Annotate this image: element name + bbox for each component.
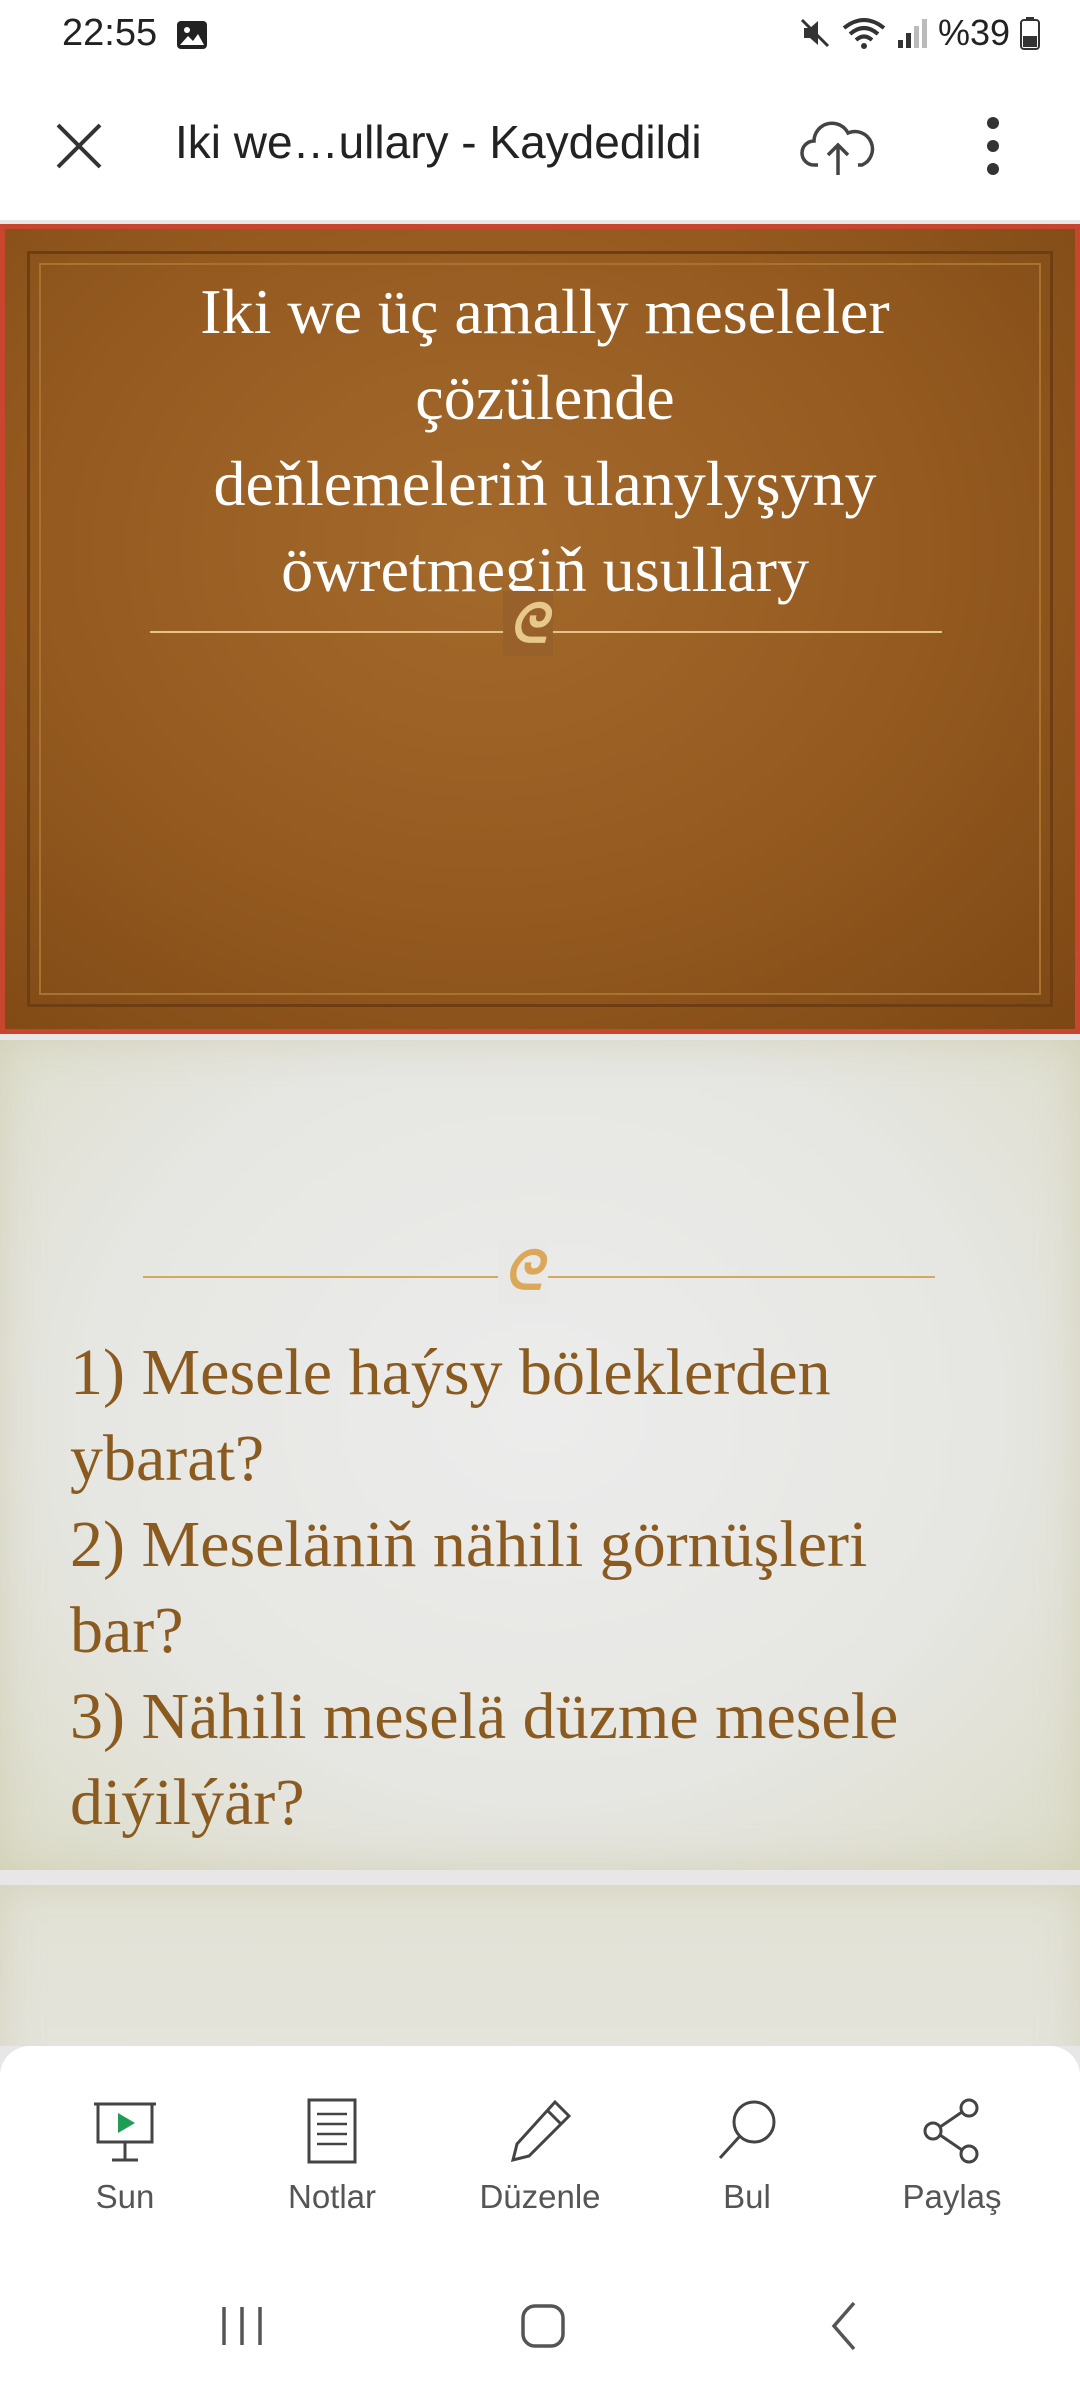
slide-1-title: Iki we üç amally meseleler çözülende deň…	[200, 276, 890, 605]
edit-label: Düzenle	[479, 2178, 601, 2215]
slide-1[interactable]: Iki we üç amally meseleler çözülende deň…	[0, 224, 1080, 1034]
share-icon	[923, 2098, 979, 2164]
more-options-icon[interactable]	[968, 111, 1018, 181]
search-icon	[718, 2100, 776, 2160]
mute-icon	[800, 18, 829, 48]
back-icon[interactable]	[806, 2291, 886, 2361]
status-time: 22:55	[62, 12, 158, 54]
cloud-upload-icon[interactable]	[800, 115, 876, 179]
notes-icon	[307, 2098, 357, 2164]
document-title[interactable]: Iki we…ullary - Kaydedildi	[175, 115, 702, 169]
present-label: Sun	[95, 2178, 155, 2215]
find-label: Bul	[723, 2178, 771, 2215]
slide-2-body: 1) Mesele haýsy böleklerden ybarat? 2) M…	[70, 1336, 899, 1839]
ornament-flourish: ᘓ	[503, 591, 554, 656]
title-bar: Iki we…ullary - Kaydedildi	[0, 75, 1080, 221]
slide-3[interactable]	[0, 1885, 1080, 2046]
share-label: Paylaş	[902, 2178, 1002, 2215]
status-icons: %39	[798, 12, 1040, 54]
battery-percent: %39	[937, 12, 1010, 53]
pencil-icon	[510, 2099, 572, 2163]
system-navigation-bar	[0, 2246, 1080, 2408]
slides-viewer[interactable]: Iki we üç amally meseleler çözülende deň…	[0, 220, 1080, 2046]
gallery-notification-icon	[177, 21, 207, 49]
notes-label: Notlar	[287, 2178, 377, 2215]
present-button[interactable]: Sun	[25, 2096, 225, 2216]
status-bar: 22:55 %39	[0, 0, 1080, 75]
signal-icon	[897, 19, 927, 48]
home-icon[interactable]	[503, 2291, 583, 2361]
battery-icon	[1020, 17, 1040, 50]
present-icon	[94, 2102, 156, 2162]
slide-2[interactable]: ᘓ 1) Mesele haýsy böleklerden ybarat? 2)…	[0, 1040, 1080, 1870]
close-icon[interactable]	[50, 117, 108, 175]
notes-button[interactable]: Notlar	[232, 2096, 432, 2216]
ornament-flourish: ᘓ	[498, 1238, 549, 1303]
recent-apps-icon[interactable]	[202, 2291, 282, 2361]
edit-button[interactable]: Düzenle	[440, 2096, 640, 2216]
share-button[interactable]: Paylaş	[852, 2096, 1052, 2216]
wifi-icon	[842, 18, 886, 49]
find-button[interactable]: Bul	[647, 2096, 847, 2216]
bottom-toolbar: Sun Notlar Düzenle Bul Paylaş	[0, 2046, 1080, 2246]
